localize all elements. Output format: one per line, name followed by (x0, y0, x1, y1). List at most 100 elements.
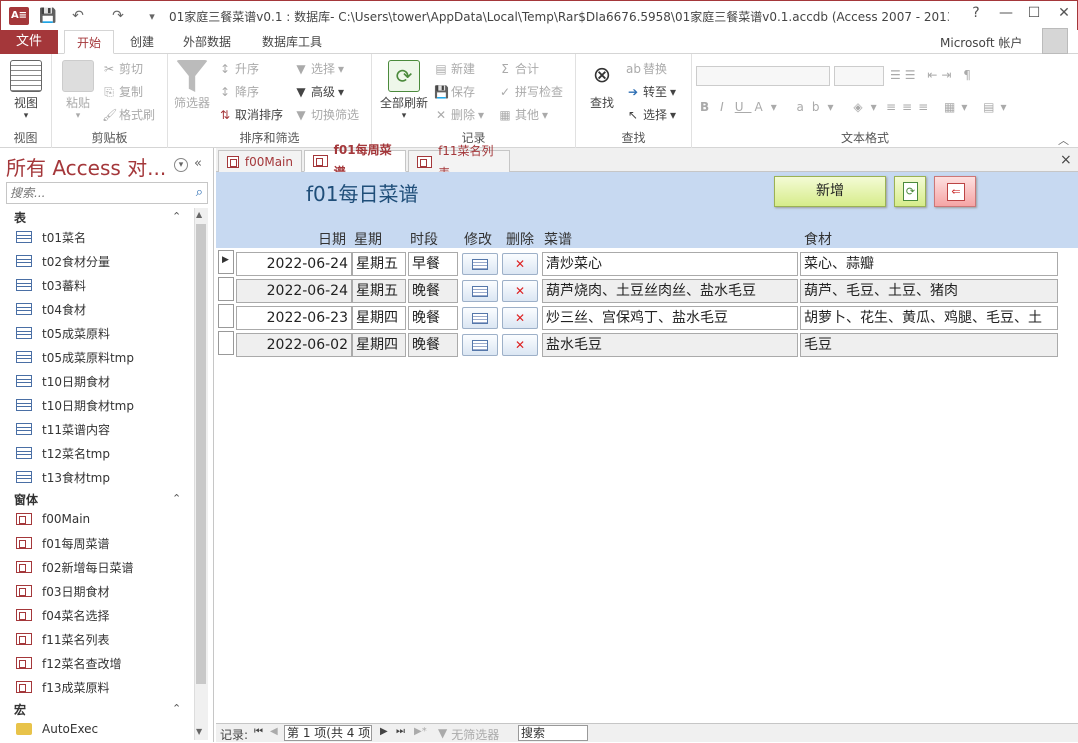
menu-cell[interactable]: 葫芦烧肉、土豆丝肉丝、盐水毛豆 (542, 279, 798, 303)
nav-item-table[interactable]: t02食材分量 (16, 250, 194, 272)
nav-item-macro[interactable]: AutoExec (16, 718, 194, 740)
exit-form-button[interactable]: ⇐ (934, 176, 976, 207)
scroll-down-icon[interactable]: ▼ (196, 727, 202, 736)
delete-row-button[interactable]: ✕ (502, 253, 538, 275)
collapse-tables-icon[interactable]: ⌃ (172, 210, 181, 223)
help-button[interactable]: ? (965, 5, 987, 27)
new-record-button[interactable]: ▤ 新建 (434, 60, 475, 77)
close-window-button[interactable]: ✕ (1053, 5, 1075, 27)
nav-scrollbar-thumb[interactable] (196, 224, 206, 684)
ingredients-cell[interactable]: 葫芦、毛豆、土豆、猪肉 (800, 279, 1058, 303)
account-label[interactable]: Microsoft 帐户 (940, 34, 1022, 51)
refresh-all-button[interactable]: ⟳ 全部刷新 ▾ (376, 60, 432, 121)
record-selector[interactable] (218, 277, 234, 301)
weekday-cell[interactable]: 星期四 (352, 306, 406, 330)
no-filter-indicator[interactable]: ▼ 无筛选器 (438, 726, 499, 743)
nav-item-table[interactable]: t12菜名tmp (16, 442, 194, 464)
undo-icon[interactable]: ↶ (69, 7, 87, 25)
nav-item-form[interactable]: f12菜名查改增 (16, 652, 194, 674)
nav-item-form[interactable]: f00Main (16, 508, 194, 530)
ingredients-cell[interactable]: 胡萝卜、花生、黄瓜、鸡腿、毛豆、土 (800, 306, 1058, 330)
next-record-icon[interactable]: ▶ (380, 726, 388, 737)
find-button[interactable]: ⊗ 查找 (584, 60, 620, 111)
delete-record-button[interactable]: ✕ 删除 ▾ (434, 106, 484, 123)
nav-item-form[interactable]: f01每周菜谱 (16, 532, 194, 554)
list-buttons[interactable]: ☰☰ ⇤⇥ ¶ (890, 68, 975, 82)
record-selector[interactable]: ▶ (218, 250, 234, 274)
nav-pane-title[interactable]: 所有 Access 对... (6, 152, 166, 181)
nav-item-table[interactable]: t10日期食材tmp (16, 394, 194, 416)
selection-button[interactable]: ▼ 选择 ▾ (294, 60, 344, 77)
nav-item-form[interactable]: f13成菜原料 (16, 676, 194, 698)
edit-row-button[interactable] (462, 280, 498, 302)
weekday-cell[interactable]: 星期五 (352, 279, 406, 303)
nav-section-tables[interactable]: 表 (14, 209, 26, 226)
date-cell[interactable]: 2022-06-24 (236, 252, 352, 276)
nav-section-forms[interactable]: 窗体 (14, 491, 38, 508)
paste-button[interactable]: 粘贴 ▾ (60, 60, 96, 121)
minimize-button[interactable]: — (995, 5, 1017, 27)
edit-row-button[interactable] (462, 307, 498, 329)
nav-item-table[interactable]: t03蕃料 (16, 274, 194, 296)
period-cell[interactable]: 晚餐 (408, 279, 458, 303)
redo-icon[interactable]: ↷ (109, 7, 127, 25)
edit-row-button[interactable] (462, 334, 498, 356)
nav-item-table[interactable]: t13食材tmp (16, 466, 194, 488)
refresh-form-button[interactable]: ⟳ (894, 176, 926, 207)
date-cell[interactable]: 2022-06-24 (236, 279, 352, 303)
advanced-button[interactable]: ▼ 高级 ▾ (294, 83, 344, 100)
nav-item-table[interactable]: t11菜谱内容 (16, 418, 194, 440)
search-icon[interactable]: ⌕ (196, 185, 203, 200)
tab-home[interactable]: 开始 (64, 30, 114, 54)
clear-sort-button[interactable]: ⇅ 取消排序 (218, 106, 283, 123)
toggle-filter-button[interactable]: ▼ 切换筛选 (294, 106, 359, 123)
sort-descending-button[interactable]: ↕ 降序 (218, 83, 259, 100)
weekday-cell[interactable]: 星期五 (352, 252, 406, 276)
maximize-button[interactable]: ☐ (1023, 5, 1045, 27)
save-record-button[interactable]: 💾 保存 (434, 83, 475, 100)
period-cell[interactable]: 早餐 (408, 252, 458, 276)
view-button[interactable]: 视图 ▾ (6, 60, 46, 121)
save-icon[interactable]: 💾 (39, 7, 57, 25)
period-cell[interactable]: 晚餐 (408, 333, 458, 357)
record-position-field[interactable]: 第 1 项(共 4 项) (284, 725, 372, 741)
more-button[interactable]: ▦ 其他 ▾ (498, 106, 548, 123)
nav-search-field[interactable]: ⌕ (6, 182, 208, 204)
nav-item-table[interactable]: t01菜名 (16, 226, 194, 248)
period-cell[interactable]: 晚餐 (408, 306, 458, 330)
file-tab[interactable]: 文件 (0, 30, 58, 54)
weekday-cell[interactable]: 星期四 (352, 333, 406, 357)
collapse-macros-icon[interactable]: ⌃ (172, 702, 181, 715)
delete-row-button[interactable]: ✕ (502, 280, 538, 302)
nav-item-form[interactable]: f04菜名选择 (16, 604, 194, 626)
nav-collapse-icon[interactable]: « (194, 156, 202, 171)
nav-item-form[interactable]: f03日期食材 (16, 580, 194, 602)
doc-tab-f11[interactable]: f11菜名列表 (408, 144, 510, 180)
format-painter-button[interactable]: 🖌 格式刷 (102, 106, 155, 123)
collapse-ribbon-icon[interactable]: ︿ (1058, 132, 1069, 148)
record-selector[interactable] (218, 331, 234, 355)
add-button[interactable]: 新增 (774, 176, 886, 207)
nav-item-table[interactable]: t10日期食材 (16, 370, 194, 392)
nav-menu-chevron-icon[interactable]: ▾ (174, 158, 188, 172)
nav-item-form[interactable]: f11菜名列表 (16, 628, 194, 650)
prev-record-icon[interactable]: ◀ (270, 726, 278, 737)
nav-item-table[interactable]: t05成菜原料tmp (16, 346, 194, 368)
delete-row-button[interactable]: ✕ (502, 307, 538, 329)
cut-button[interactable]: ✂ 剪切 (102, 60, 143, 77)
collapse-forms-icon[interactable]: ⌃ (172, 492, 181, 505)
select-button[interactable]: ↖ 选择 ▾ (626, 106, 676, 123)
record-selector[interactable] (218, 304, 234, 328)
doc-tab-f00main[interactable]: f00Main (218, 150, 302, 172)
ingredients-cell[interactable]: 菜心、蒜瓣 (800, 252, 1058, 276)
tab-database-tools[interactable]: 数据库工具 (252, 30, 332, 54)
nav-item-form[interactable]: f02新增每日菜谱 (16, 556, 194, 578)
font-size-dropdown[interactable] (834, 66, 884, 86)
close-document-button[interactable]: × (1060, 152, 1072, 168)
doc-tab-f01[interactable]: f01每周菜谱 (304, 143, 406, 179)
copy-button[interactable]: ⎘ 复制 (102, 83, 143, 100)
new-record-nav-icon[interactable]: ▶* (414, 726, 427, 737)
totals-button[interactable]: Σ 合计 (498, 60, 539, 77)
first-record-icon[interactable]: ⏮ (254, 726, 263, 737)
tab-external-data[interactable]: 外部数据 (172, 30, 242, 54)
